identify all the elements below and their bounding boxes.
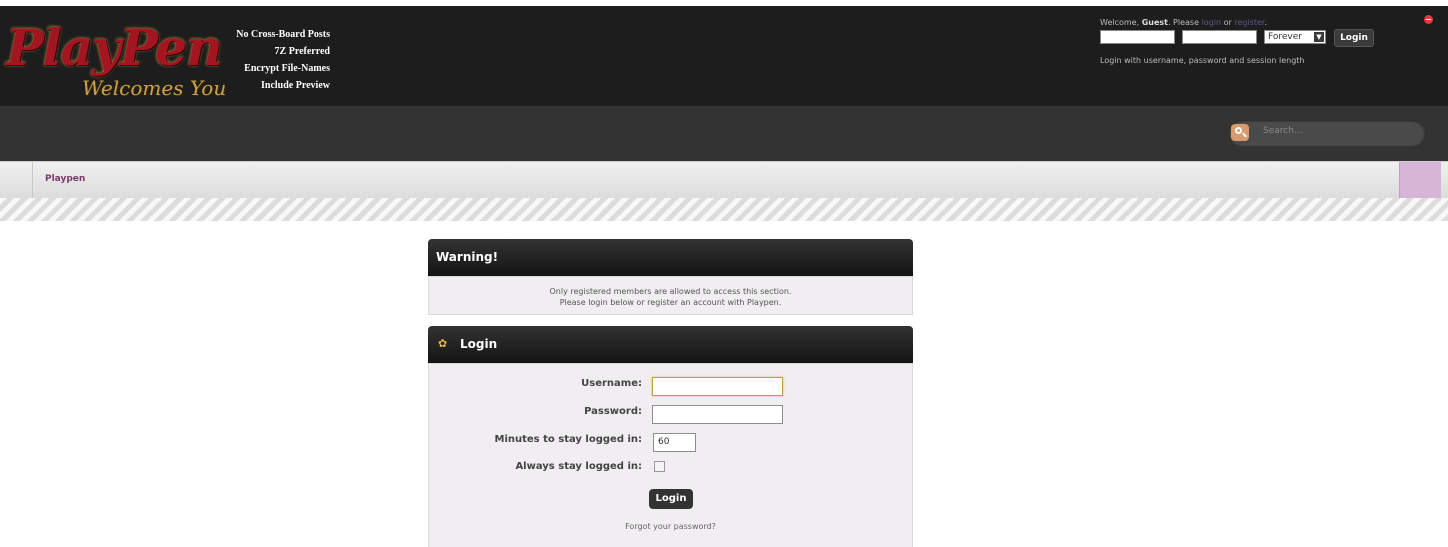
rule-item: Include Preview <box>261 80 330 91</box>
minutes-label: Minutes to stay logged in: <box>494 434 643 445</box>
register-link[interactable]: register <box>1234 18 1264 27</box>
login-help-text: Login with username, password and sessio… <box>1100 56 1305 65</box>
login-header: ✿ Login <box>428 326 913 363</box>
warning-title: Warning! <box>436 250 499 264</box>
password-label: Password: <box>584 406 642 417</box>
board-rules: No Cross-Board Posts 7Z Preferred Encryp… <box>196 26 330 94</box>
keys-icon: ✿ <box>438 337 448 350</box>
search-input[interactable]: Search... <box>1263 126 1303 136</box>
collapse-header-icon[interactable]: − <box>1424 15 1433 24</box>
or-text: or <box>1221 18 1235 27</box>
quick-password-input[interactable] <box>1182 30 1257 44</box>
welcome-end: . <box>1264 18 1268 27</box>
minutes-field[interactable]: 60 <box>653 433 696 452</box>
username-label: Username: <box>581 378 642 389</box>
search-box[interactable]: Search... <box>1229 120 1425 146</box>
warning-line: Only registered members are allowed to a… <box>549 287 792 296</box>
rule-item: Encrypt File-Names <box>244 63 330 74</box>
password-field[interactable] <box>652 405 783 424</box>
breadcrumb-start <box>8 162 33 198</box>
welcome-text: Welcome, Guest. Please login or register… <box>1100 18 1267 27</box>
warning-header: Warning! <box>428 239 913 276</box>
site-header: PlayPen Welcomes You No Cross-Board Post… <box>0 0 1448 106</box>
login-title: Login <box>460 337 498 351</box>
chevron-down-icon: ▼ <box>1314 32 1324 42</box>
session-length-select[interactable]: Forever ▼ <box>1264 30 1326 44</box>
breadcrumb: Playpen <box>0 161 1448 198</box>
warning-body: Only registered members are allowed to a… <box>428 276 913 315</box>
login-form: Username: Password: Minutes to stay logg… <box>428 363 913 547</box>
login-submit-button[interactable]: Login <box>649 489 693 509</box>
quick-username-input[interactable] <box>1100 30 1175 44</box>
warning-line: Please login below or register an accoun… <box>559 298 782 307</box>
breadcrumb-end <box>1399 162 1441 198</box>
striped-divider <box>0 198 1448 221</box>
rule-item: 7Z Preferred <box>274 46 330 57</box>
always-logged-label: Always stay logged in: <box>515 461 642 472</box>
guest-label: Guest <box>1141 18 1168 27</box>
toolbar: Search... <box>0 106 1448 161</box>
welcome-prefix: Welcome, <box>1100 18 1142 27</box>
logo-main-text: PlayPen <box>6 18 222 77</box>
quick-login-button[interactable]: Login <box>1334 29 1374 47</box>
rule-item: No Cross-Board Posts <box>236 29 330 40</box>
breadcrumb-item-playpen[interactable]: Playpen <box>45 174 85 184</box>
always-logged-checkbox[interactable] <box>654 461 665 472</box>
session-length-value: Forever <box>1268 32 1302 42</box>
search-icon[interactable] <box>1231 124 1249 141</box>
forgot-password-link[interactable]: Forgot your password? <box>429 522 912 531</box>
please-text: . Please <box>1167 18 1202 27</box>
username-field[interactable] <box>652 377 783 396</box>
login-link[interactable]: login <box>1202 18 1222 27</box>
